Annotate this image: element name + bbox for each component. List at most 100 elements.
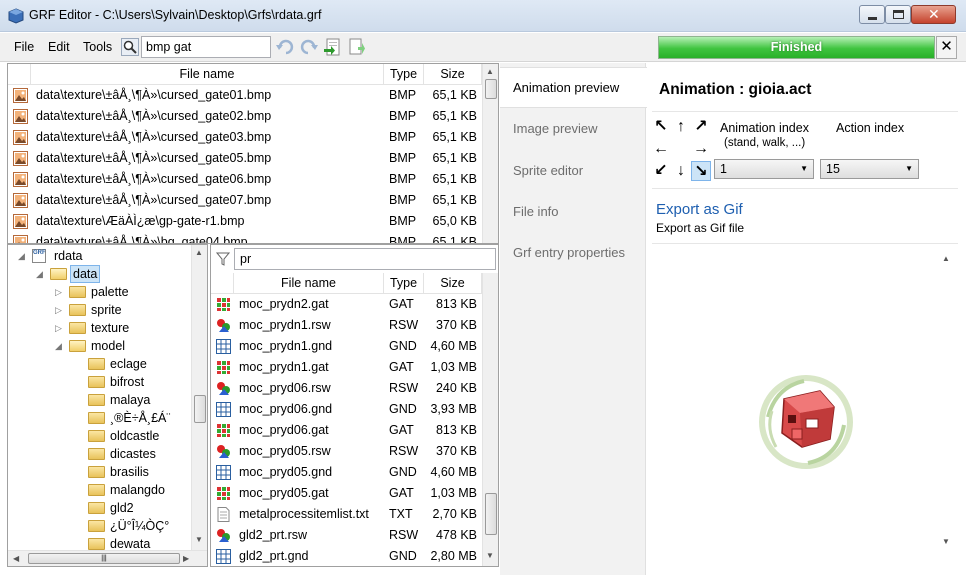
tab-file-info[interactable]: File info [513, 204, 559, 219]
export-gif-link[interactable]: Export as Gif [656, 201, 743, 218]
tree-node-label: sprite [91, 303, 122, 317]
scroll-down-icon[interactable]: ▼ [195, 535, 203, 544]
tab-grf-entry-properties[interactable]: Grf entry properties [513, 245, 625, 260]
arrow-down-left-icon[interactable]: ↙ [651, 161, 671, 181]
expanded-arrow-icon[interactable]: ◢ [36, 265, 43, 283]
scroll-up-icon[interactable]: ▲ [486, 67, 494, 76]
tab-strip [500, 63, 646, 575]
file-size-cell: 478 KB [435, 528, 477, 542]
file-type-cell: GAT [389, 486, 414, 500]
tab-sprite-editor[interactable]: Sprite editor [513, 163, 583, 178]
tree-node-label: oldcastle [110, 429, 160, 443]
scroll-thumb[interactable] [485, 493, 497, 535]
arrow-up-left-icon[interactable]: ↖ [651, 117, 671, 137]
scroll-thumb[interactable]: ||| [28, 553, 180, 564]
table-row[interactable]: moc_pryd05.gnd GND 4,60 MB [211, 462, 482, 483]
table-row[interactable]: data\texture\±âÅ¸\¶À»\cursed_gate07.bmp B… [8, 190, 482, 211]
export-gif-description: Export as Gif file [656, 221, 745, 235]
file-name-cell: moc_prydn2.gat [239, 297, 329, 311]
file-name-cell: metalprocessitemlist.txt [239, 507, 369, 521]
bottom-list-scrollbar[interactable]: ▼ [482, 273, 498, 566]
expanded-arrow-icon[interactable]: ◢ [18, 247, 25, 265]
minimize-button[interactable] [859, 5, 885, 24]
table-row[interactable]: moc_pryd06.rsw RSW 240 KB [211, 378, 482, 399]
menu-edit[interactable]: Edit [48, 40, 70, 54]
close-window-button[interactable]: ✕ [911, 5, 956, 24]
table-row[interactable]: moc_prydn1.gat GAT 1,03 MB [211, 357, 482, 378]
scroll-left-icon[interactable]: ◀ [13, 554, 19, 563]
file-size-cell: 370 KB [435, 318, 477, 332]
scroll-thumb[interactable] [194, 395, 206, 423]
redo-icon[interactable] [300, 39, 318, 55]
column-header-size[interactable]: Size [424, 273, 482, 293]
table-row[interactable]: data\texture\±âÅ¸\¶À»\cursed_gate02.bmp B… [8, 106, 482, 127]
folder-icon [50, 268, 67, 280]
table-row[interactable]: metalprocessitemlist.txt TXT 2,70 KB [211, 504, 482, 525]
scroll-down-icon[interactable]: ▼ [486, 551, 494, 560]
arrow-down-right-icon[interactable]: ↘ [691, 161, 711, 181]
table-row[interactable]: moc_prydn1.rsw RSW 370 KB [211, 315, 482, 336]
tree-node-label: texture [91, 321, 130, 335]
column-header-type[interactable]: Type [384, 64, 424, 84]
file-size-cell: 65,0 KB [432, 214, 477, 228]
table-row[interactable]: gld2_prt.rsw RSW 478 KB [211, 525, 482, 546]
undo-icon[interactable] [276, 39, 294, 55]
tab-animation-preview[interactable]: Animation preview [513, 80, 619, 95]
animation-index-select[interactable]: 1 ▼ [714, 159, 814, 179]
column-header-name[interactable]: File name [234, 273, 384, 293]
arrow-left-icon[interactable]: ← [651, 139, 671, 159]
action-index-select[interactable]: 15 ▼ [820, 159, 919, 179]
tree-horizontal-scrollbar[interactable]: ◀ ||| ▶ [8, 550, 207, 566]
expanded-arrow-icon[interactable]: ◢ [55, 337, 62, 355]
file-type-cell: RSW [389, 381, 419, 395]
table-row[interactable]: data\texture\ÆäÀÌ¿æ\gp-gate-r1.bmp BMP 65,… [8, 211, 482, 232]
arrow-down-icon[interactable]: ↓ [671, 161, 691, 181]
search-icon[interactable] [121, 38, 139, 56]
extract-icon[interactable] [324, 38, 341, 56]
column-header-name[interactable]: File name [31, 64, 384, 84]
rsw-icon [216, 318, 231, 333]
table-row[interactable]: data\texture\±âÅ¸\¶À»\cursed_gate03.bmp B… [8, 127, 482, 148]
menu-tools[interactable]: Tools [83, 40, 112, 54]
tree-node-label: palette [91, 285, 129, 299]
arrow-up-right-icon[interactable]: ↗ [691, 117, 711, 137]
scroll-up-icon[interactable]: ▲ [942, 254, 950, 263]
table-row[interactable]: data\texture\±âÅ¸\¶À»\cursed_gate06.bmp B… [8, 169, 482, 190]
scroll-right-icon[interactable]: ▶ [183, 554, 189, 563]
folder-icon [69, 322, 86, 334]
menu-file[interactable]: File [14, 40, 34, 54]
table-row[interactable]: moc_pryd06.gnd GND 3,93 MB [211, 399, 482, 420]
table-row[interactable]: gld2_prt.gnd GND 2,80 MB [211, 546, 482, 566]
table-row[interactable]: data\texture\±âÅ¸\¶À»\cursed_gate01.bmp B… [8, 85, 482, 106]
search-input[interactable]: bmp gat [141, 36, 271, 58]
scroll-down-icon[interactable]: ▼ [942, 537, 950, 546]
scroll-thumb[interactable] [485, 79, 497, 99]
scroll-up-icon[interactable]: ▲ [195, 248, 203, 257]
collapsed-arrow-icon[interactable]: ▷ [55, 319, 62, 337]
progress-close-button[interactable]: ✕ [936, 36, 957, 59]
maximize-button[interactable] [885, 5, 911, 24]
collapsed-arrow-icon[interactable]: ▷ [55, 283, 62, 301]
column-header-size[interactable]: Size [424, 64, 482, 84]
collapsed-arrow-icon[interactable]: ▷ [55, 301, 62, 319]
animation-index-hint: (stand, walk, ...) [724, 137, 806, 149]
table-row[interactable]: moc_prydn2.gat GAT 813 KB [211, 294, 482, 315]
add-file-icon[interactable] [349, 38, 366, 56]
filter-input[interactable]: pr [234, 248, 496, 270]
table-row[interactable]: moc_pryd05.rsw RSW 370 KB [211, 441, 482, 462]
arrow-up-icon[interactable]: ↑ [671, 117, 691, 137]
top-list-scrollbar[interactable]: ▲ [482, 64, 498, 243]
tree-node-label: data [70, 265, 101, 283]
tab-image-preview[interactable]: Image preview [513, 121, 598, 136]
table-row[interactable]: data\texture\±âÅ¸\¶À»\cursed_gate05.bmp B… [8, 148, 482, 169]
table-row[interactable]: moc_prydn1.gnd GND 4,60 MB [211, 336, 482, 357]
folder-icon [88, 376, 105, 388]
tree-node-label: ¸®È÷Å¸£Á¨ [110, 411, 171, 425]
table-row[interactable]: moc_pryd06.gat GAT 813 KB [211, 420, 482, 441]
file-name-cell: moc_pryd06.gnd [239, 402, 333, 416]
column-header-type[interactable]: Type [384, 273, 424, 293]
tree-vertical-scrollbar[interactable]: ▲ ▼ [191, 245, 207, 550]
arrow-right-icon[interactable]: → [691, 139, 711, 159]
table-row[interactable]: data\texture\±âÅ¸\¶À»\bg_gate04.bmp BMP 65… [8, 232, 482, 243]
table-row[interactable]: moc_pryd05.gat GAT 1,03 MB [211, 483, 482, 504]
